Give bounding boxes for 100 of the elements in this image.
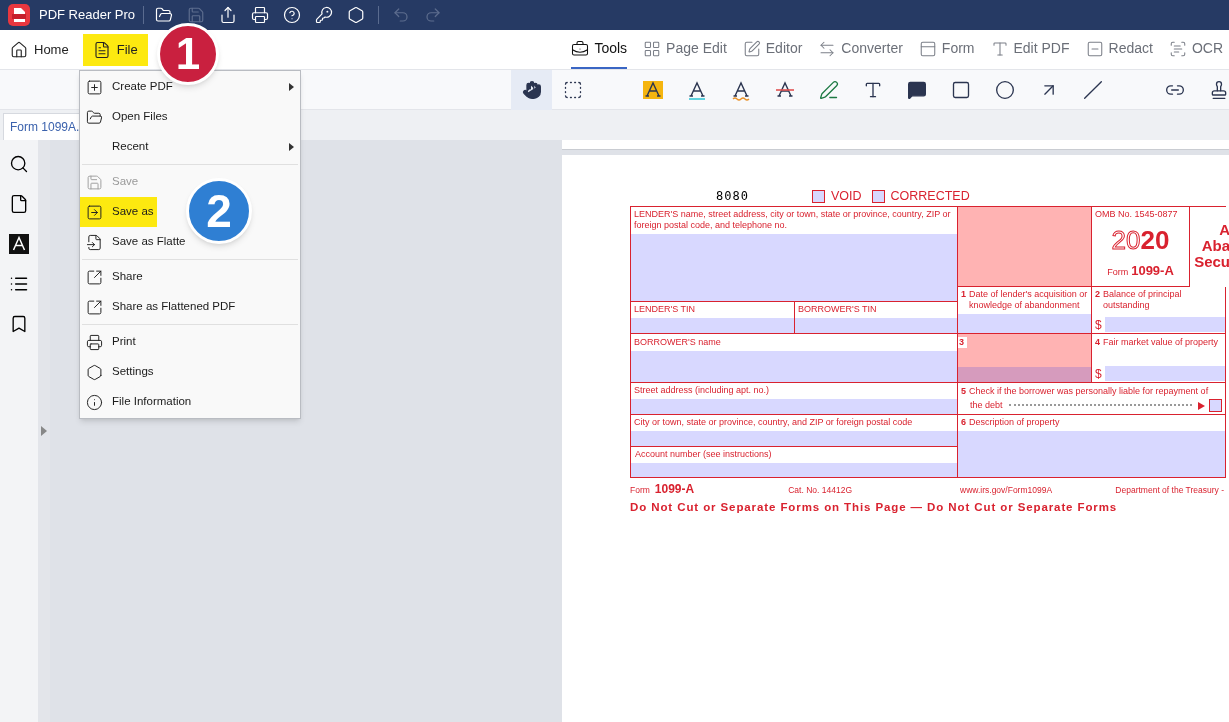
form-field[interactable]	[631, 399, 957, 414]
nav-tab[interactable]: Editor	[742, 30, 803, 69]
pen-icon	[819, 79, 839, 100]
menu-item[interactable]: Save as Flatte	[80, 227, 189, 257]
line-icon	[1083, 79, 1103, 100]
box-number: 2	[1095, 289, 1100, 301]
form-field[interactable]	[795, 318, 957, 333]
form-field[interactable]	[631, 431, 957, 446]
home-button[interactable]: Home	[6, 33, 73, 66]
currency-sign: $	[1094, 317, 1103, 333]
settings-icon	[86, 363, 103, 381]
form-field[interactable]	[1104, 366, 1225, 381]
tax-year-outline: 20	[1111, 227, 1141, 253]
menu-item[interactable]: Save as	[80, 197, 157, 227]
edit-icon	[742, 39, 761, 58]
currency-sign: $	[1094, 366, 1103, 382]
box-number: 1	[961, 289, 966, 301]
field-label: LENDER'S name, street address, city or town, state or province, country, ZIP or foreign postal code, and telephone no.	[633, 208, 952, 232]
app-title: PDF Reader Pro	[39, 6, 136, 25]
page-icon[interactable]	[9, 194, 29, 214]
menu-item-label: Share as Flattened PDF	[112, 299, 236, 315]
folder-icon	[86, 108, 103, 126]
form-field[interactable]	[1104, 317, 1225, 332]
form-field[interactable]	[958, 431, 1225, 477]
field-label: City or town, state or province, country, and ZIP or foreign postal code	[633, 416, 914, 428]
circle-icon	[995, 79, 1015, 100]
grid-icon	[643, 39, 662, 58]
checkbox[interactable]	[1209, 399, 1222, 412]
field-label: Description of property	[969, 417, 1060, 428]
menu-item[interactable]: Print	[80, 327, 139, 357]
menu-item[interactable]: Settings	[80, 357, 157, 387]
notice-text: Do Not Cut or Separate Forms on This Page — Do Not Cut or Separate Forms	[630, 500, 1118, 515]
submenu-arrow-icon	[289, 83, 294, 91]
rectangle-icon	[951, 79, 971, 100]
nav-tab[interactable]: Edit PDF	[990, 30, 1070, 69]
catalog-number: Cat. No. 14412G	[788, 484, 852, 497]
menu-item-label: Share	[112, 269, 143, 285]
nav-tab[interactable]: Redact	[1085, 30, 1153, 69]
text-style-icon[interactable]	[9, 234, 29, 254]
field-label: BORROWER'S name	[633, 336, 722, 348]
toolbox-icon	[571, 39, 590, 58]
form-field[interactable]	[631, 318, 794, 333]
box-number: 6	[961, 417, 966, 428]
form-number: 1099-A	[1131, 262, 1174, 280]
export-icon	[86, 233, 103, 251]
text-icon	[990, 39, 1009, 58]
search-icon[interactable]	[9, 154, 29, 174]
menu-item[interactable]: Recent	[80, 132, 152, 162]
tool-button[interactable]	[511, 69, 552, 110]
form-field[interactable]	[958, 314, 1091, 333]
form-title: Secu	[1194, 254, 1229, 270]
checkbox[interactable]	[812, 189, 825, 203]
form-field[interactable]	[631, 234, 957, 301]
redact-icon	[1085, 39, 1104, 58]
nav-tab[interactable]: Form	[918, 30, 975, 69]
menu-item[interactable]: File Information	[80, 387, 195, 417]
box-number: 4	[1095, 337, 1100, 348]
field-label: LENDER'S TIN	[633, 303, 697, 315]
menu-item[interactable]: Share	[80, 262, 146, 292]
stamp-icon	[1209, 79, 1229, 100]
file-icon	[92, 40, 111, 59]
field-label: Fair market value of property	[1103, 337, 1219, 348]
menu-item[interactable]: Share as Flattened PDF	[80, 292, 239, 322]
form-url: www.irs.gov/Form1099A	[960, 484, 1053, 497]
menu-item-label: Save	[112, 174, 139, 190]
field-label: the debt	[970, 400, 1003, 411]
nav-tab[interactable]: Converter	[818, 30, 903, 69]
form-number: 1099-A	[654, 481, 695, 498]
form-field[interactable]	[631, 463, 957, 477]
menu-item-label: File Information	[112, 394, 192, 410]
department-text: Department of the Treasury -	[1115, 484, 1224, 497]
outline-icon[interactable]	[9, 274, 29, 294]
box-number: 3	[958, 337, 967, 348]
share-icon	[86, 268, 103, 286]
ocr-icon	[1168, 39, 1187, 58]
file-button[interactable]: File	[82, 33, 148, 66]
add-icon	[86, 78, 103, 96]
menu-item-label: Save as Flatte	[112, 234, 186, 250]
checkbox-label: CORRECTED	[890, 187, 970, 205]
print-icon	[86, 333, 103, 351]
menu-item-label: Save as	[112, 204, 154, 220]
form-code: 8080	[716, 188, 750, 205]
menu-item-label: Print	[112, 334, 136, 350]
form-field[interactable]	[631, 351, 957, 382]
menu-item[interactable]: Open Files	[80, 102, 171, 132]
menu-item-label: Settings	[112, 364, 154, 380]
expand-icon[interactable]	[41, 426, 47, 436]
field-label: Date of lender's acquisition or knowledge of abandonment	[969, 289, 1088, 311]
checkbox[interactable]	[871, 189, 885, 203]
nav-tab[interactable]: Page Edit	[643, 30, 727, 69]
app-logo-icon	[8, 4, 30, 26]
hand-icon	[521, 79, 542, 100]
form-label: Form	[1107, 266, 1129, 279]
menu-item-label: Recent	[112, 139, 149, 155]
field-label: BORROWER'S TIN	[797, 303, 878, 315]
document-tab[interactable]: Form 1099A.	[3, 113, 80, 140]
nav-tab[interactable]: OCR	[1168, 30, 1223, 69]
field-label: Street address (including apt. no.)	[633, 384, 771, 396]
field-label: Check if the borrower was personally liable for repayment of	[969, 386, 1209, 397]
highlight-icon	[642, 78, 664, 101]
